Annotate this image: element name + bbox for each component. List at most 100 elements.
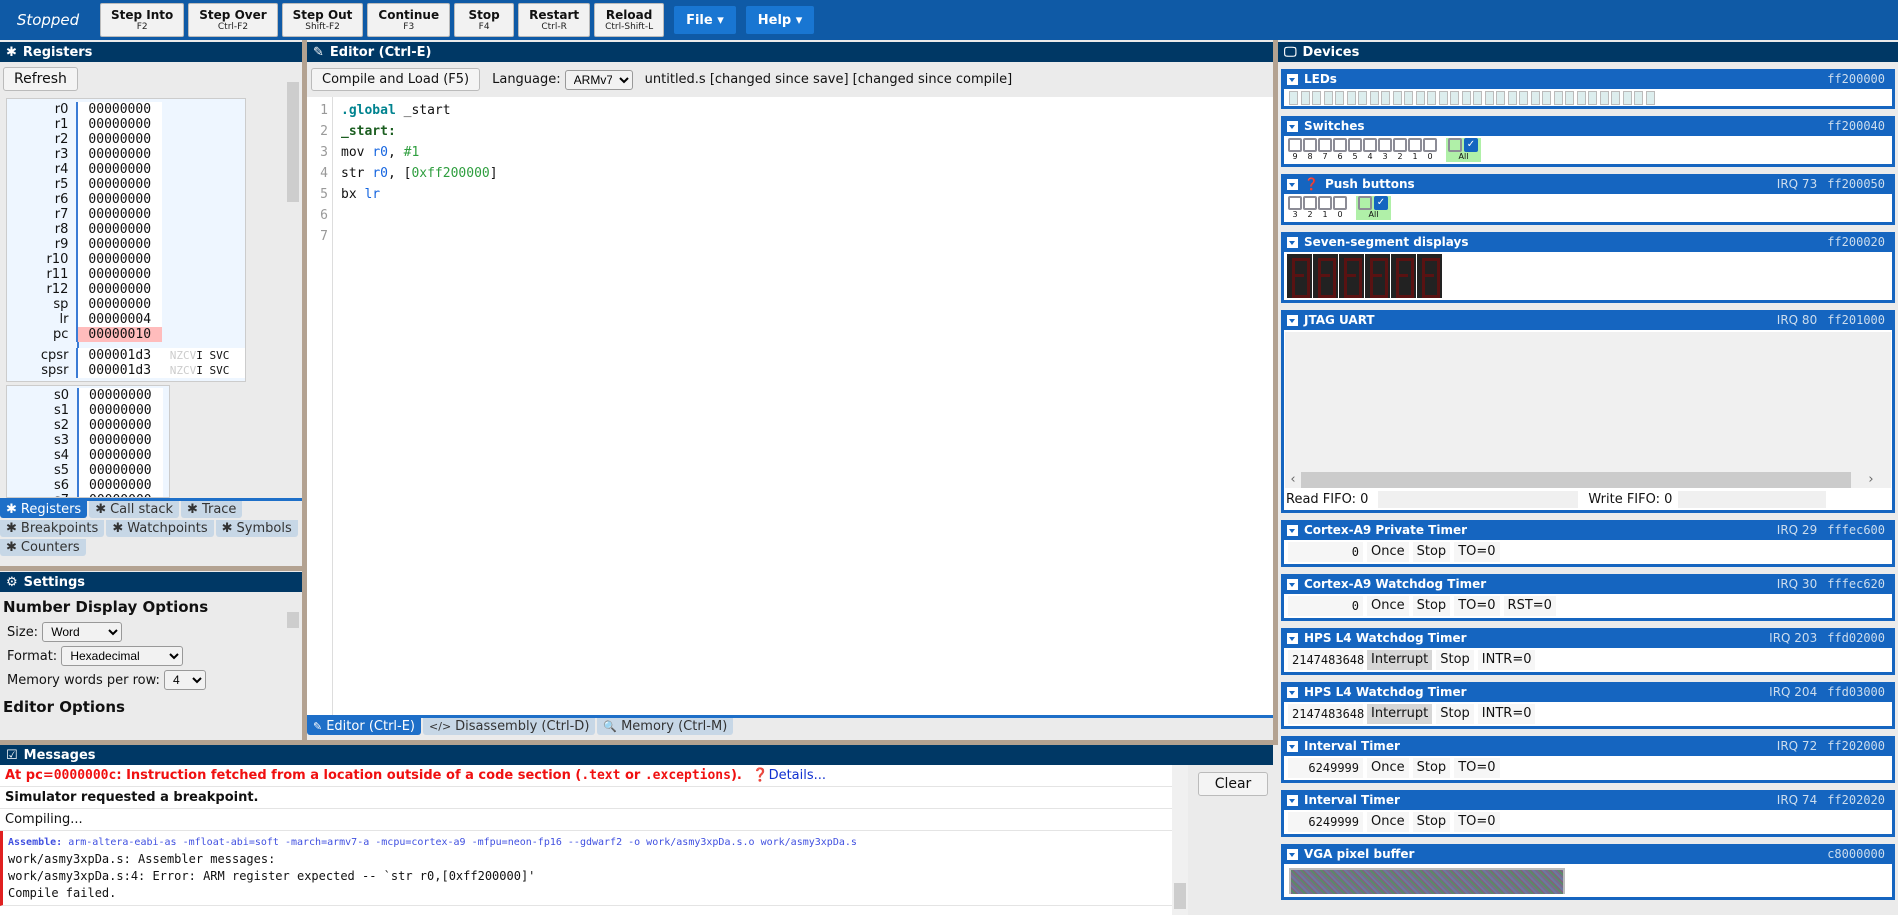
- timer-field[interactable]: RST=0: [1503, 596, 1556, 616]
- tab-breakpoints[interactable]: ✱ Breakpoints: [0, 520, 105, 537]
- uart-terminal[interactable]: ‹ ›: [1285, 332, 1891, 488]
- format-select[interactable]: Hexadecimal: [61, 646, 184, 666]
- switch[interactable]: 7: [1318, 138, 1332, 162]
- step-out-button[interactable]: Step Out Shift-F2: [281, 3, 364, 37]
- tab-symbols[interactable]: ✱ Symbols: [215, 520, 298, 537]
- collapse-icon[interactable]: [1287, 794, 1298, 806]
- collapse-icon[interactable]: [1287, 120, 1298, 132]
- help-menu[interactable]: Help ▾: [745, 6, 815, 34]
- timer-field[interactable]: INTR=0: [1477, 650, 1536, 670]
- clear-button[interactable]: Clear: [1198, 772, 1268, 796]
- timer-field[interactable]: INTR=0: [1477, 704, 1536, 724]
- timer-field[interactable]: Once: [1367, 596, 1409, 616]
- collapse-icon[interactable]: [1287, 740, 1298, 752]
- register-value[interactable]: 00000000: [78, 102, 162, 117]
- register-value[interactable]: 00000000: [79, 448, 163, 463]
- stop-button[interactable]: Stop F4: [454, 3, 515, 37]
- register-value[interactable]: 00000000: [79, 478, 163, 493]
- timer-field[interactable]: Stop: [1412, 542, 1451, 562]
- collapse-icon[interactable]: [1287, 578, 1298, 590]
- code-editor[interactable]: 1 2 3 4 5 6 7 .global _start _start: mov r0, #…: [307, 97, 1273, 715]
- help-icon[interactable]: ❓: [1304, 177, 1319, 191]
- timer-field[interactable]: Stop: [1412, 812, 1451, 832]
- details-link[interactable]: ❓Details...: [752, 768, 826, 783]
- switch[interactable]: 9: [1288, 138, 1302, 162]
- register-value[interactable]: 00000000: [79, 418, 163, 433]
- switch[interactable]: 0: [1333, 196, 1347, 220]
- collapse-icon[interactable]: [1287, 848, 1298, 860]
- switch[interactable]: 3: [1288, 196, 1302, 220]
- register-value[interactable]: 00000000: [78, 297, 162, 312]
- tab-call-stack[interactable]: ✱ Call stack: [89, 501, 180, 518]
- timer-field[interactable]: Stop: [1436, 704, 1474, 724]
- register-value[interactable]: 00000000: [78, 252, 162, 267]
- timer-field[interactable]: TO=0: [1454, 758, 1500, 778]
- register-value[interactable]: 00000000: [78, 282, 162, 297]
- tab-registers[interactable]: ✱ Registers: [0, 501, 88, 518]
- tab-counters[interactable]: ✱ Counters: [0, 539, 86, 556]
- size-select[interactable]: Word: [42, 622, 123, 642]
- registers-scrollbar[interactable]: [285, 62, 301, 498]
- switch[interactable]: 3: [1378, 138, 1392, 162]
- timer-field[interactable]: TO=0: [1454, 542, 1500, 562]
- step-into-button[interactable]: Step Into F2: [100, 3, 185, 37]
- switch[interactable]: 2: [1303, 196, 1317, 220]
- register-value[interactable]: 00000000: [79, 388, 163, 403]
- tab-disassembly[interactable]: </> Disassembly (Ctrl-D): [423, 718, 596, 735]
- timer-field[interactable]: TO=0: [1454, 812, 1500, 832]
- register-value[interactable]: 00000004: [78, 312, 162, 327]
- timer-field[interactable]: Interrupt: [1367, 704, 1433, 724]
- timer-field[interactable]: Once: [1367, 758, 1409, 778]
- register-value[interactable]: 00000000: [78, 267, 162, 282]
- switches-all[interactable]: ✓ All: [1446, 138, 1481, 162]
- register-value[interactable]: 00000000: [79, 463, 163, 478]
- collapse-icon[interactable]: [1287, 178, 1298, 190]
- language-select[interactable]: ARMv7: [564, 69, 633, 90]
- timer-field[interactable]: TO=0: [1454, 596, 1500, 616]
- file-menu[interactable]: File ▾: [674, 6, 736, 34]
- register-value[interactable]: 00000000: [78, 162, 162, 177]
- register-value[interactable]: 00000000: [78, 237, 162, 252]
- timer-field[interactable]: Interrupt: [1367, 650, 1433, 670]
- switch[interactable]: 5: [1348, 138, 1362, 162]
- collapse-icon[interactable]: [1287, 314, 1298, 326]
- reload-button[interactable]: Reload Ctrl-Shift-L: [594, 3, 665, 37]
- messages-scrollbar[interactable]: [1172, 765, 1188, 915]
- switch[interactable]: 0: [1423, 138, 1437, 162]
- step-over-button[interactable]: Step Over Ctrl-F2: [188, 3, 278, 37]
- collapse-icon[interactable]: [1287, 236, 1298, 248]
- collapse-icon[interactable]: [1287, 73, 1298, 85]
- tab-trace[interactable]: ✱ Trace: [181, 501, 243, 518]
- register-value[interactable]: 00000000: [78, 192, 162, 207]
- register-value[interactable]: 00000000: [78, 207, 162, 222]
- switch[interactable]: 8: [1303, 138, 1317, 162]
- register-value[interactable]: 00000000: [78, 132, 162, 147]
- switch[interactable]: 6: [1333, 138, 1347, 162]
- settings-scrollbar[interactable]: [285, 594, 301, 738]
- words-per-row-select[interactable]: 4: [164, 670, 207, 690]
- uart-hscrollbar[interactable]: ‹ ›: [1285, 471, 1891, 488]
- register-value[interactable]: 000001d3: [78, 348, 162, 363]
- timer-field[interactable]: Stop: [1412, 596, 1451, 616]
- refresh-button[interactable]: Refresh: [3, 67, 78, 91]
- collapse-icon[interactable]: [1287, 524, 1298, 536]
- register-value[interactable]: 00000010: [78, 327, 162, 342]
- collapse-icon[interactable]: [1287, 632, 1298, 644]
- register-value[interactable]: 00000000: [78, 147, 162, 162]
- switch[interactable]: 2: [1393, 138, 1407, 162]
- timer-field[interactable]: Once: [1367, 812, 1409, 832]
- register-value[interactable]: 00000000: [78, 177, 162, 192]
- tab-memory[interactable]: 🔍 Memory (Ctrl-M): [597, 718, 734, 735]
- compile-load-button[interactable]: Compile and Load (F5): [311, 68, 481, 91]
- switch[interactable]: 1: [1318, 196, 1332, 220]
- timer-field[interactable]: Once: [1367, 542, 1409, 562]
- register-value[interactable]: 000001d3: [78, 363, 162, 378]
- switch[interactable]: 1: [1408, 138, 1422, 162]
- register-value[interactable]: 00000000: [79, 403, 163, 418]
- switch[interactable]: 4: [1363, 138, 1377, 162]
- timer-field[interactable]: Stop: [1412, 758, 1451, 778]
- register-value[interactable]: 00000000: [79, 433, 163, 448]
- tab-watchpoints[interactable]: ✱ Watchpoints: [106, 520, 214, 537]
- register-value[interactable]: 00000000: [78, 117, 162, 132]
- restart-button[interactable]: Restart Ctrl-R: [518, 3, 591, 37]
